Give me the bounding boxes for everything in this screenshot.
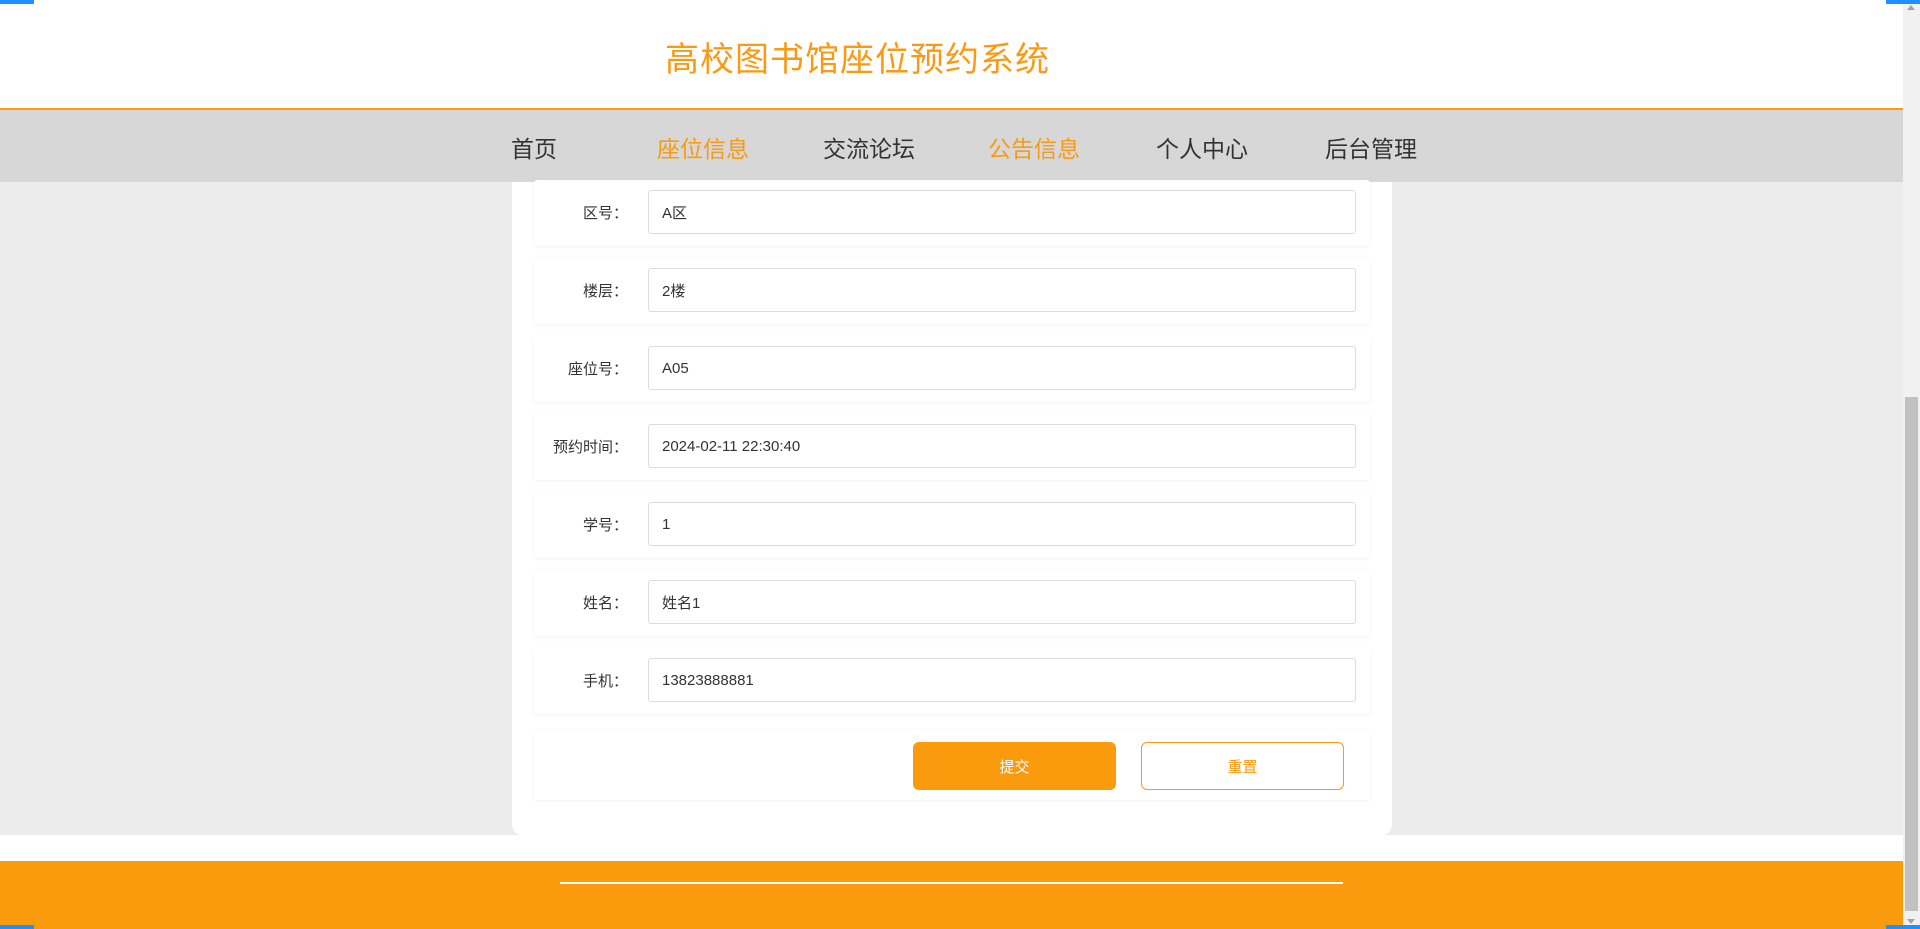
scroll-down-arrow-icon[interactable] <box>1907 919 1915 924</box>
student-id-label: 学号： <box>582 517 628 534</box>
site-header: 高校图书馆座位预约系统 <box>0 0 1903 110</box>
floor-input[interactable] <box>648 268 1356 312</box>
nav-item-personal-center[interactable]: 个人中心 <box>1156 130 1248 164</box>
reservation-time-label: 预约时间： <box>552 439 628 456</box>
scroll-thumb[interactable] <box>1905 397 1918 911</box>
main-nav: 首页 座位信息 交流论坛 公告信息 个人中心 后台管理 <box>0 110 1903 182</box>
corner-marker-top-right <box>1886 0 1920 4</box>
page: 高校图书馆座位预约系统 首页 座位信息 交流论坛 公告信息 个人中心 后台管理 … <box>0 0 1920 929</box>
reservation-time-input[interactable] <box>648 424 1356 468</box>
nav-item-announcements[interactable]: 公告信息 <box>988 130 1080 164</box>
nav-item-forum[interactable]: 交流论坛 <box>823 130 915 164</box>
footer-spacer <box>0 835 1903 861</box>
student-id-input[interactable] <box>648 502 1356 546</box>
form-row-zone: 区号： <box>534 180 1370 246</box>
submit-button[interactable]: 提交 <box>913 742 1116 790</box>
site-footer <box>0 861 1903 929</box>
scroll-up-arrow-icon[interactable] <box>1907 5 1915 10</box>
footer-divider <box>560 882 1343 884</box>
reservation-form-card: 区号： 楼层： 座位号： 预约时间： 学号： 姓名： 手机： 提 <box>512 180 1392 835</box>
form-actions: 提交 重置 <box>534 730 1370 800</box>
zone-label: 区号： <box>582 205 628 222</box>
form-row-student-id: 学号： <box>534 492 1370 558</box>
seat-number-label: 座位号： <box>567 361 628 378</box>
nav-item-admin[interactable]: 后台管理 <box>1325 130 1417 164</box>
form-row-reservation-time: 预约时间： <box>534 414 1370 480</box>
seat-number-input[interactable] <box>648 346 1356 390</box>
floor-label: 楼层： <box>582 283 628 300</box>
form-row-phone: 手机： <box>534 648 1370 714</box>
corner-marker-bottom-right <box>1886 925 1920 929</box>
zone-input[interactable] <box>648 190 1356 234</box>
name-input[interactable] <box>648 580 1356 624</box>
nav-item-home[interactable]: 首页 <box>511 130 557 164</box>
name-label: 姓名： <box>582 595 628 612</box>
form-row-name: 姓名： <box>534 570 1370 636</box>
corner-marker-bottom-left <box>0 925 34 929</box>
page-scrollbar[interactable] <box>1903 0 1920 929</box>
nav-item-seat-info[interactable]: 座位信息 <box>657 130 749 164</box>
site-title: 高校图书馆座位预约系统 <box>665 41 1050 79</box>
form-row-floor: 楼层： <box>534 258 1370 324</box>
phone-label: 手机： <box>582 673 628 690</box>
reset-button[interactable]: 重置 <box>1141 742 1344 790</box>
phone-input[interactable] <box>648 658 1356 702</box>
corner-marker-top-left <box>0 0 34 4</box>
form-row-seat-number: 座位号： <box>534 336 1370 402</box>
